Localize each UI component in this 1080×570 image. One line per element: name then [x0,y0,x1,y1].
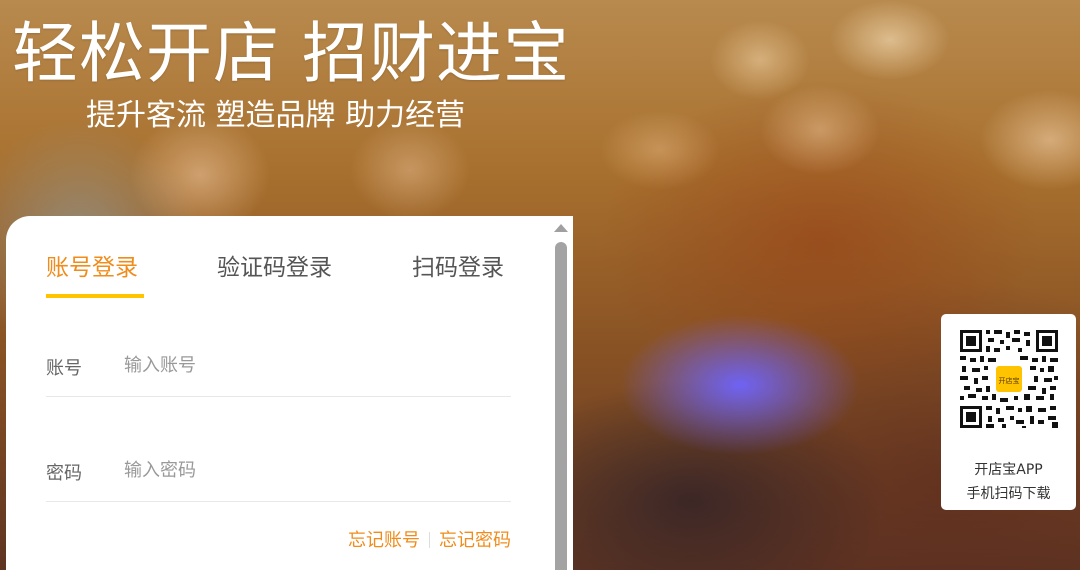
qr-logo-text: 开店宝 [999,376,1020,385]
tab-code-login[interactable]: 验证码登录 [217,252,332,284]
password-input[interactable] [124,451,504,489]
login-page: 轻松开店 招财进宝 提升客流 塑造品牌 助力经营 账号登录 验证码登录 扫码登录… [0,0,1080,570]
hero-banner: 轻松开店 招财进宝 提升客流 塑造品牌 助力经营 [12,14,570,136]
password-field: 密码 [46,441,511,502]
account-field: 账号 [46,336,511,397]
hero-title: 轻松开店 招财进宝 [12,15,570,92]
scroll-thumb[interactable] [555,242,567,570]
app-download-card: 开店宝 开店宝APP 手机扫码下载 [941,314,1076,510]
forgot-account-link[interactable]: 忘记账号 [348,530,420,551]
active-tab-underline [46,294,144,298]
hero-subtitle: 提升客流 塑造品牌 助力经营 [86,98,466,133]
vertical-scrollbar[interactable] [553,222,569,570]
qr-caption-line2: 手机扫码下载 [966,486,1051,502]
tab-qr-login[interactable]: 扫码登录 [412,252,504,284]
login-panel: 账号登录 验证码登录 扫码登录 账号 密码 忘记账号忘记密码 [6,216,573,570]
login-tabs: 账号登录 验证码登录 扫码登录 [46,252,511,302]
qr-caption: 开店宝APP 手机扫码下载 [941,458,1076,506]
scroll-up-arrow-icon[interactable] [554,224,568,232]
forgot-divider [429,532,430,548]
account-label: 账号 [46,358,82,379]
account-input[interactable] [124,346,504,384]
qr-caption-line1: 开店宝APP [974,462,1043,478]
qr-code-icon: 开店宝 [958,328,1060,430]
tab-account-login[interactable]: 账号登录 [46,252,138,284]
forgot-password-link[interactable]: 忘记密码 [439,530,511,551]
password-label: 密码 [46,463,82,484]
forgot-links: 忘记账号 忘记密码 [348,526,511,552]
